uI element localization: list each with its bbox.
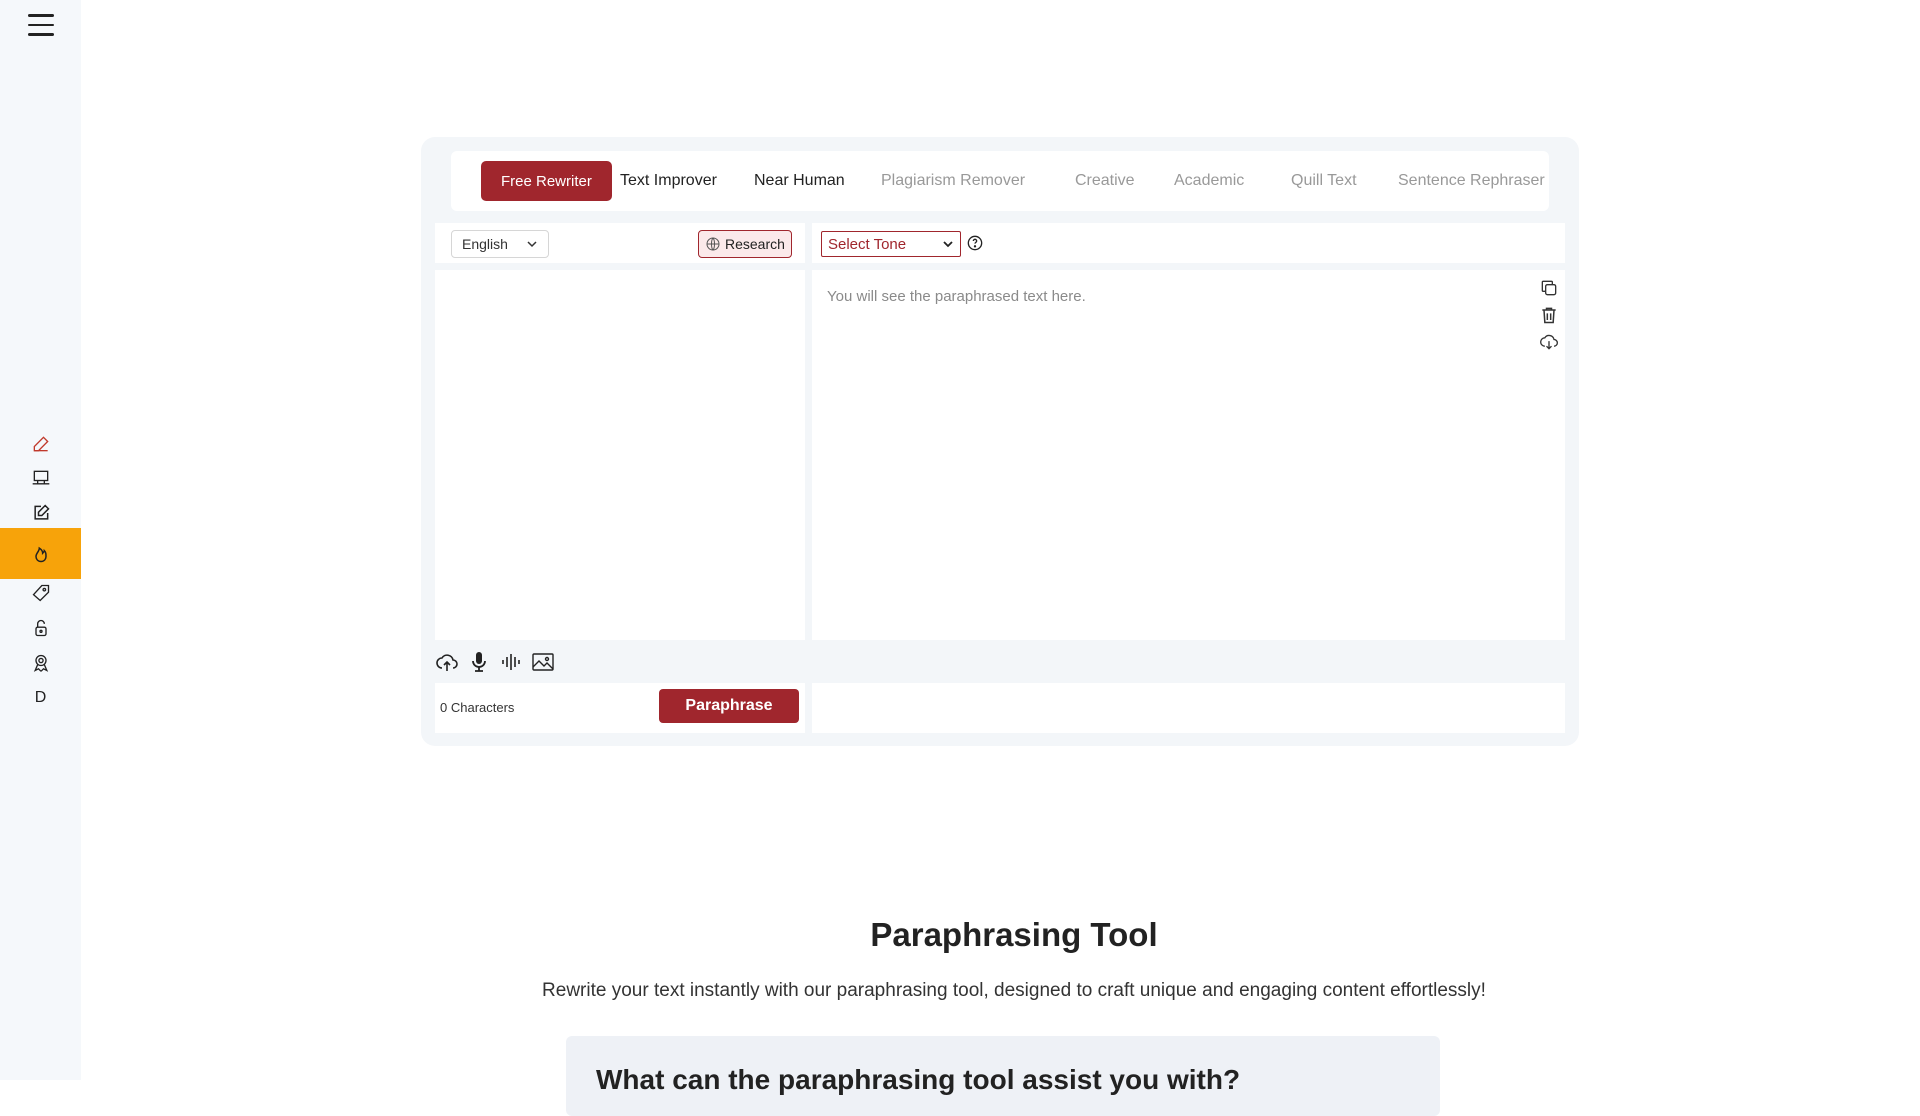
language-select[interactable]: English: [451, 230, 549, 258]
tab-quill-text[interactable]: Quill Text: [1291, 151, 1357, 211]
chevron-down-icon: [527, 241, 537, 248]
award-icon[interactable]: [0, 648, 81, 678]
input-textarea[interactable]: [435, 270, 805, 640]
audio-wave-icon[interactable]: [499, 650, 523, 674]
laptop-icon[interactable]: [0, 463, 81, 493]
character-count: 0 Characters: [440, 700, 515, 715]
faq-box: What can the paraphrasing tool assist yo…: [566, 1036, 1440, 1116]
tab-creative[interactable]: Creative: [1075, 151, 1135, 211]
tab-sentence-rephraser[interactable]: Sentence Rephraser: [1398, 151, 1545, 211]
globe-icon: [706, 237, 720, 251]
input-header: English Research: [435, 223, 805, 263]
section-subtitle: Rewrite your text instantly with our par…: [542, 980, 1486, 1001]
help-icon[interactable]: [967, 235, 983, 251]
lock-icon[interactable]: [0, 613, 81, 643]
fire-icon[interactable]: [0, 528, 81, 579]
paraphrase-button[interactable]: Paraphrase: [659, 689, 799, 723]
tab-free-rewriter[interactable]: Free Rewriter: [481, 161, 612, 201]
faq-title: What can the paraphrasing tool assist yo…: [596, 1064, 1241, 1095]
tag-icon[interactable]: [0, 578, 81, 608]
tab-text-improver[interactable]: Text Improver: [620, 151, 717, 211]
menu-icon[interactable]: [28, 14, 54, 38]
output-area: You will see the paraphrased text here.: [812, 270, 1565, 640]
trash-icon[interactable]: [1539, 305, 1559, 325]
mode-tabs: Free Rewriter Text Improver Near Human P…: [451, 151, 1549, 211]
cloud-upload-icon[interactable]: [435, 650, 459, 674]
edit-icon[interactable]: [0, 498, 81, 528]
tab-academic[interactable]: Academic: [1174, 151, 1244, 211]
image-icon[interactable]: [531, 650, 555, 674]
input-footer: 0 Characters Paraphrase: [435, 683, 805, 733]
chevron-down-icon: [943, 241, 953, 248]
tone-select[interactable]: Select Tone: [821, 231, 961, 257]
profile-letter[interactable]: D: [0, 683, 81, 713]
tab-near-human[interactable]: Near Human: [754, 151, 845, 211]
input-tools: [435, 648, 555, 676]
section-title: Paraphrasing Tool: [870, 916, 1158, 953]
output-footer: [812, 683, 1565, 733]
pencil-icon[interactable]: [0, 429, 81, 459]
microphone-icon[interactable]: [467, 650, 491, 674]
paraphraser-card: Free Rewriter Text Improver Near Human P…: [421, 137, 1579, 746]
tab-plagiarism-remover[interactable]: Plagiarism Remover: [881, 151, 1025, 211]
research-button[interactable]: Research: [698, 230, 792, 258]
copy-icon[interactable]: [1539, 278, 1559, 298]
cloud-download-icon[interactable]: [1539, 332, 1559, 352]
output-placeholder: You will see the paraphrased text here.: [827, 288, 1086, 305]
output-header: Select Tone: [812, 223, 1565, 263]
